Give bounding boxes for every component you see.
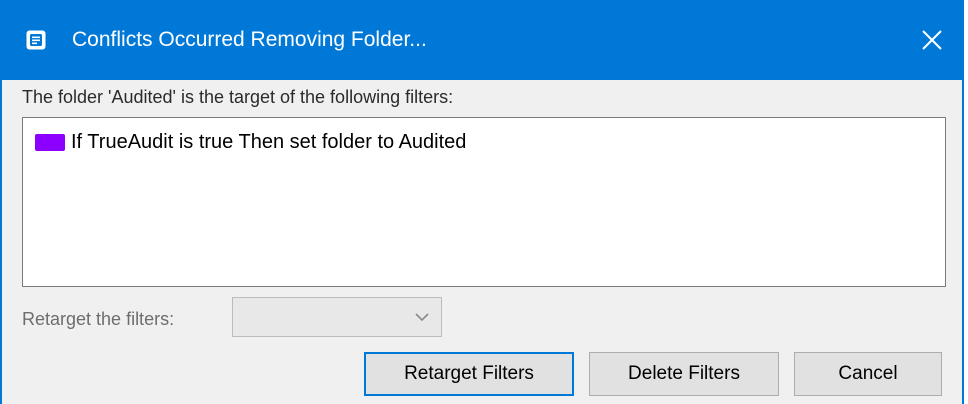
dialog-window: Conflicts Occurred Removing Folder... Th… (0, 0, 964, 404)
dialog-title: Conflicts Occurred Removing Folder... (72, 28, 427, 51)
retarget-filters-button[interactable]: Retarget Filters (364, 352, 574, 396)
delete-filters-button[interactable]: Delete Filters (589, 352, 779, 396)
title-bar[interactable]: Conflicts Occurred Removing Folder... (2, 0, 962, 80)
filter-color-swatch (35, 134, 65, 151)
retarget-label: Retarget the filters: (22, 309, 175, 329)
filter-list[interactable]: If TrueAudit is true Then set folder to … (22, 117, 946, 287)
retarget-folder-select[interactable] (232, 297, 442, 337)
conflict-message: The folder 'Audited' is the target of th… (22, 87, 454, 107)
app-icon (26, 30, 46, 50)
close-icon (922, 30, 942, 50)
cancel-button[interactable]: Cancel (794, 352, 942, 396)
close-button[interactable] (902, 10, 962, 70)
list-item[interactable]: If TrueAudit is true Then set folder to … (35, 131, 466, 154)
chevron-down-icon (415, 313, 429, 322)
filter-label: If TrueAudit is true Then set folder to … (71, 131, 467, 153)
